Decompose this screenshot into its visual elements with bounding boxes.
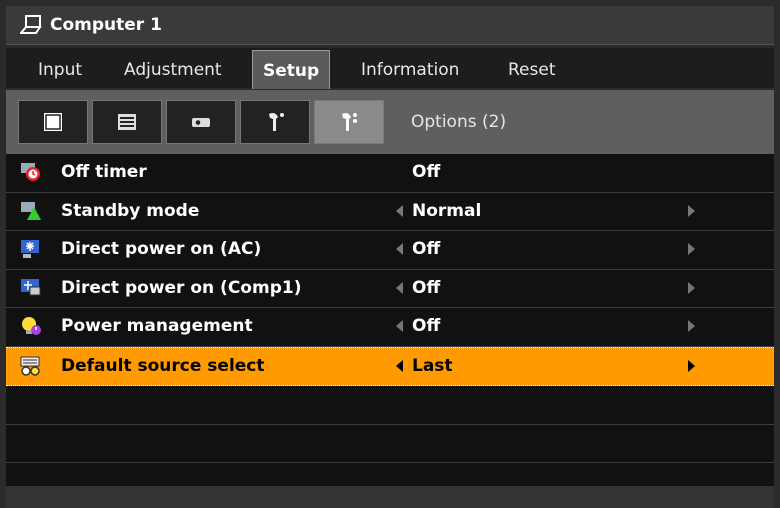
tab-information[interactable]: Information <box>361 48 459 88</box>
options1-icon <box>269 113 284 131</box>
setting-value: Off <box>412 162 441 182</box>
subtab-current-label: Options (2) <box>411 112 507 132</box>
title-bar: Computer 1 <box>6 6 774 45</box>
tab-setup[interactable]: Setup <box>252 50 331 89</box>
standby-icon <box>21 201 41 220</box>
setting-default-source-select[interactable]: Default source select Last <box>6 346 774 386</box>
setting-direct-power-on-comp1[interactable]: Direct power on (Comp1) Off <box>6 269 774 308</box>
right-arrow-icon[interactable] <box>688 320 695 332</box>
subtab-menu[interactable] <box>92 100 162 144</box>
power-management-icon <box>22 317 41 335</box>
subtab-options-1[interactable] <box>240 100 310 144</box>
subtab-general[interactable] <box>18 100 88 144</box>
setting-off-timer[interactable]: Off timer Off <box>6 154 774 193</box>
subtab-bar: Options (2) <box>6 90 774 154</box>
subtab-installation[interactable] <box>166 100 236 144</box>
left-arrow-icon[interactable] <box>396 281 403 294</box>
setting-label: Direct power on (Comp1) <box>61 277 302 298</box>
setting-value: Off <box>412 239 441 259</box>
tab-bar: Input Adjustment Setup Information Reset <box>6 48 774 89</box>
setting-value: Off <box>412 277 441 298</box>
setting-label: Default source select <box>61 355 265 376</box>
left-arrow-icon[interactable] <box>396 243 403 255</box>
direct-power-comp-icon <box>21 278 41 295</box>
right-arrow-icon[interactable] <box>688 281 695 294</box>
setting-label: Standby mode <box>61 200 200 221</box>
window-title: Computer 1 <box>50 15 162 35</box>
subtab-options-2[interactable] <box>314 100 384 144</box>
left-arrow-icon[interactable] <box>396 204 403 217</box>
settings-list: Off timer Off Standby mode Normal Direct… <box>6 154 774 502</box>
general-icon <box>44 113 62 131</box>
osd-menu: Computer 1 Input Adjustment Setup Inform… <box>0 0 780 508</box>
menu-icon <box>118 114 136 130</box>
default-source-icon <box>20 356 40 376</box>
setting-value: Last <box>412 355 453 376</box>
left-arrow-icon[interactable] <box>396 359 403 372</box>
setting-power-management[interactable]: Power management Off <box>6 308 774 347</box>
right-arrow-icon[interactable] <box>688 359 695 372</box>
options2-icon <box>342 113 357 131</box>
installation-icon <box>192 118 210 127</box>
setting-label: Off timer <box>61 162 147 182</box>
off-timer-icon <box>21 163 40 181</box>
direct-power-ac-icon <box>21 240 39 258</box>
status-bar <box>6 486 774 508</box>
empty-row <box>6 386 774 425</box>
tab-adjustment[interactable]: Adjustment <box>124 48 222 88</box>
setting-standby-mode[interactable]: Standby mode Normal <box>6 192 774 231</box>
setting-value: Off <box>412 316 441 336</box>
setting-label: Direct power on (AC) <box>61 239 262 259</box>
setting-label: Power management <box>61 316 253 336</box>
setting-direct-power-on-ac[interactable]: Direct power on (AC) Off <box>6 231 774 270</box>
left-arrow-icon[interactable] <box>396 320 403 332</box>
tab-reset[interactable]: Reset <box>508 48 556 88</box>
setting-value: Normal <box>412 200 482 221</box>
right-arrow-icon[interactable] <box>688 243 695 255</box>
right-arrow-icon[interactable] <box>688 204 695 217</box>
empty-row <box>6 424 774 463</box>
computer-icon <box>20 15 42 34</box>
tab-input[interactable]: Input <box>38 48 82 88</box>
